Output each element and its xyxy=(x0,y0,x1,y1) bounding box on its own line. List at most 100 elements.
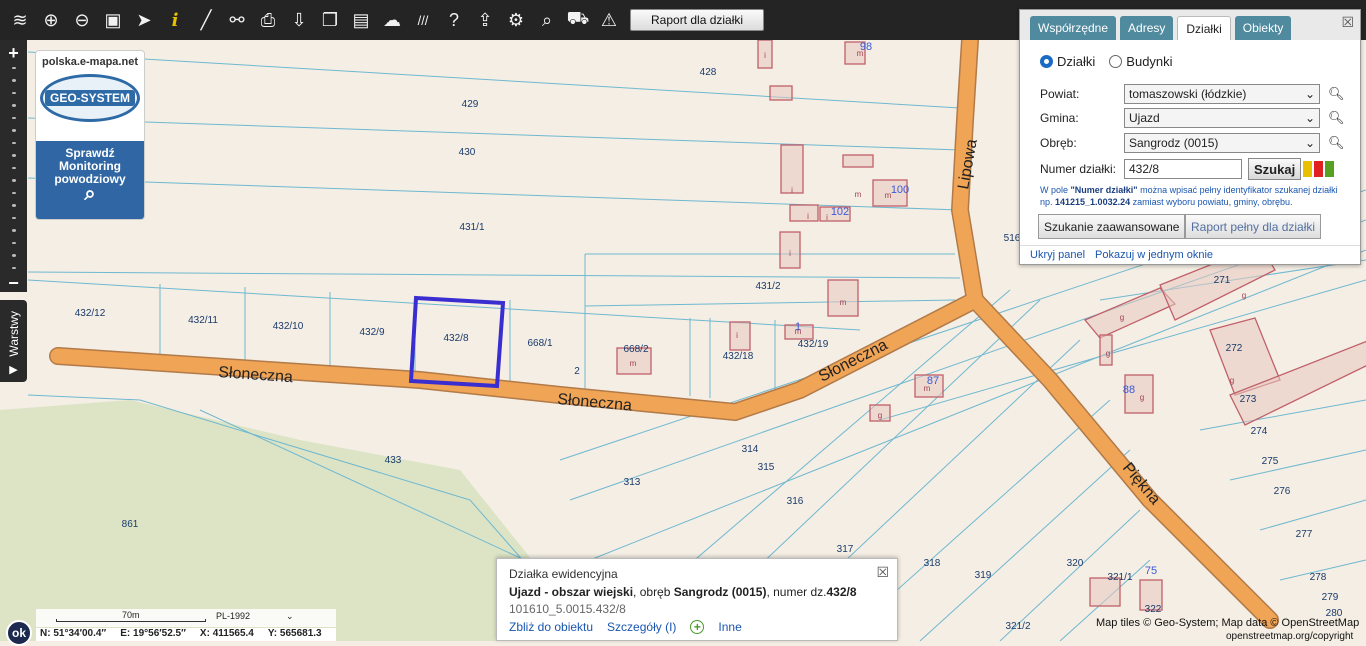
search-type: Działki Budynki xyxy=(1040,54,1173,69)
parcel-number-input[interactable]: 432/8 xyxy=(1124,159,1242,179)
radio-buildings[interactable]: Budynki xyxy=(1109,54,1173,69)
zoom-level-dot[interactable] xyxy=(11,241,16,245)
tab-parcels[interactable]: Działki xyxy=(1177,16,1231,40)
tab-coordinates[interactable]: Współrzędne xyxy=(1030,16,1117,40)
full-report-button[interactable]: Raport pełny dla działki xyxy=(1185,214,1322,239)
text: , numer dz. xyxy=(766,585,827,599)
gmina-select[interactable]: Ujazd ⌄ xyxy=(1124,108,1320,128)
map-attribution[interactable]: Map tiles © Geo-System; Map data © OpenS… xyxy=(1096,617,1359,629)
zoom-level-dot[interactable] xyxy=(11,266,16,269)
more-link[interactable]: Inne xyxy=(718,620,741,634)
zoom-out-icon[interactable]: ⊖ xyxy=(68,6,96,34)
parcel-label: 275 xyxy=(1262,456,1279,467)
gmina-row: Gmina: Ujazd ⌄ 🔍︎ xyxy=(1040,108,1345,128)
cloud-upload-icon[interactable]: ⇪ xyxy=(471,6,499,34)
geo-system-logo[interactable]: polska.e-mapa.net GEO-SYSTEM Sprawdź Mon… xyxy=(35,50,145,220)
hatch-icon[interactable]: /// xyxy=(409,6,437,34)
advanced-search-button[interactable]: Szukanie zaawansowane xyxy=(1038,214,1186,239)
osm-copyright-link[interactable]: openstreetmap.org/copyright xyxy=(1226,631,1353,642)
zoom-in-icon[interactable]: ⊕ xyxy=(37,6,65,34)
radio-parcels[interactable]: Działki xyxy=(1040,54,1095,69)
zoom-level-dot[interactable] xyxy=(11,229,16,232)
building-code: m xyxy=(855,190,862,199)
precinct: Sangrodz (0015) xyxy=(673,585,767,599)
search-icon[interactable]: 🔍︎ xyxy=(1328,86,1345,102)
zoom-level-dot[interactable] xyxy=(11,141,16,145)
zoom-level-dot[interactable] xyxy=(11,191,16,195)
zoom-level-dot[interactable] xyxy=(11,91,16,95)
help-icon[interactable]: ? xyxy=(440,6,468,34)
details-link[interactable]: Szczegóły (I) xyxy=(607,620,676,634)
obreb-select[interactable]: Sangrodz (0015) ⌄ xyxy=(1124,133,1320,153)
flood-monitoring-promo[interactable]: Sprawdź Monitoring powodziowy ⌕ xyxy=(36,141,144,219)
settings-icon[interactable]: ⚙ xyxy=(502,6,530,34)
color-swatch-green[interactable] xyxy=(1325,161,1335,177)
parcel-label: 430 xyxy=(459,147,476,158)
parcel-label: 276 xyxy=(1274,486,1291,497)
text: , obręb xyxy=(633,585,674,599)
popup-title: Działka ewidencyjna xyxy=(509,567,618,581)
building-number: 88 xyxy=(1123,384,1135,396)
logo-name: GEO-SYSTEM xyxy=(44,90,135,106)
parcel-label: 861 xyxy=(122,519,139,530)
layers-icon[interactable]: ≋ xyxy=(6,6,34,34)
building-code: i xyxy=(764,51,766,60)
zoom-level-dot[interactable] xyxy=(11,104,16,107)
search-icon[interactable]: 🔍︎ xyxy=(1328,110,1345,126)
zoom-level-dot[interactable] xyxy=(11,116,16,120)
zoom-level-dot[interactable] xyxy=(11,216,16,220)
zoom-to-object-link[interactable]: Zbliż do obiektu xyxy=(509,620,593,634)
parcel-label: 428 xyxy=(700,67,717,78)
copy-icon[interactable]: ❐ xyxy=(316,6,344,34)
color-swatch-red[interactable] xyxy=(1314,161,1324,177)
ok-button[interactable]: ok xyxy=(6,620,32,646)
close-icon[interactable]: ☒ xyxy=(876,564,889,581)
building-code: g xyxy=(1242,291,1246,300)
search-zoom-icon[interactable]: ⌕ xyxy=(533,6,561,34)
zoom-level-dot[interactable] xyxy=(11,254,16,257)
search-icon[interactable]: 🔍︎ xyxy=(1328,135,1345,151)
layout-icon[interactable]: ▤ xyxy=(347,6,375,34)
number-row: Numer działki: 432/8 Szukaj xyxy=(1040,158,1335,180)
fit-extent-icon[interactable]: ▣ xyxy=(99,6,127,34)
zoom-level-dot[interactable] xyxy=(11,166,16,170)
layers-tab[interactable]: Warstwy ▶ xyxy=(0,300,27,382)
measure-line-icon[interactable]: ╱ xyxy=(192,6,220,34)
building-code: g xyxy=(1106,349,1110,358)
cart-icon[interactable]: ⛟ xyxy=(564,6,592,34)
zoom-level-dot[interactable] xyxy=(11,129,16,132)
popup-description: Ujazd - obszar wiejski, obręb Sangrodz (… xyxy=(509,585,885,599)
download-icon[interactable]: ⇩ xyxy=(285,6,313,34)
zoom-level-dot[interactable] xyxy=(11,154,16,157)
parcel-label: 272 xyxy=(1226,343,1243,354)
report-button[interactable]: Raport dla działki xyxy=(630,9,765,31)
zoom-level-dot[interactable] xyxy=(11,79,16,82)
building-code: i xyxy=(791,186,793,195)
building-code: m xyxy=(857,49,864,58)
tab-objects[interactable]: Obiekty xyxy=(1234,16,1292,40)
powiat-select[interactable]: tomaszowski (łódzkie) ⌄ xyxy=(1124,84,1320,104)
link-icon[interactable]: ⚯ xyxy=(223,6,251,34)
search-button[interactable]: Szukaj xyxy=(1248,158,1302,180)
tab-addresses[interactable]: Adresy xyxy=(1120,16,1174,40)
warning-icon[interactable]: ⚠ xyxy=(595,6,623,34)
color-swatch-yellow[interactable] xyxy=(1303,161,1313,177)
zoom-in-button[interactable]: + xyxy=(8,44,19,62)
crs-select[interactable]: PL-1992 ⌄ xyxy=(216,609,294,622)
print-icon[interactable]: ⎙ xyxy=(254,6,282,34)
zoom-out-button[interactable]: − xyxy=(8,274,19,292)
pointer-icon[interactable]: ➤ xyxy=(130,6,158,34)
plus-circle-icon[interactable]: + xyxy=(690,620,705,634)
zoom-level-dot[interactable] xyxy=(11,179,16,182)
parcel-label: 279 xyxy=(1322,592,1339,603)
zoom-level-dot[interactable] xyxy=(11,204,16,207)
hide-panel-link[interactable]: Ukryj panel xyxy=(1030,249,1085,261)
building-number: 102 xyxy=(831,206,849,218)
info-icon[interactable]: i xyxy=(161,6,189,34)
one-window-link[interactable]: Pokazuj w jednym oknie xyxy=(1095,249,1213,261)
scale-bar: 70m PL-1992 ⌄ xyxy=(36,609,336,627)
comment-icon[interactable]: ☁ xyxy=(378,6,406,34)
zoom-level-dot[interactable] xyxy=(11,67,16,70)
close-icon[interactable]: ☒ xyxy=(1341,14,1354,31)
parcel-identifier: 101610_5.0015.432/8 xyxy=(509,602,626,616)
